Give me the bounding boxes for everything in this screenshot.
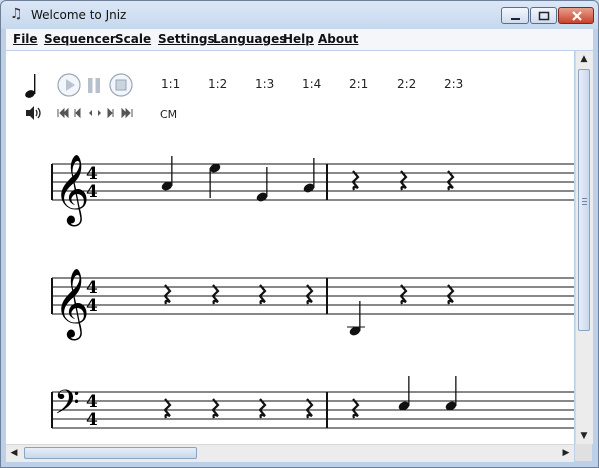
menu-bar: File Sequencer Scale Settings Languages …: [6, 29, 593, 50]
rest[interactable]: [211, 397, 220, 420]
horizontal-scroll-thumb[interactable]: [24, 447, 197, 459]
ratio-1-3[interactable]: 1:3: [255, 77, 274, 91]
menu-about[interactable]: About: [318, 32, 358, 46]
skip-prev-icon[interactable]: [74, 108, 81, 118]
key-signature-label[interactable]: CM: [160, 108, 177, 121]
maximize-button[interactable]: [530, 7, 557, 24]
note[interactable]: [302, 158, 316, 194]
treble-clef-icon: 𝄞: [54, 154, 89, 226]
horizontal-scrollbar[interactable]: ◀ ▶: [6, 444, 574, 462]
time-signature: [86, 392, 98, 430]
window-title: Welcome to Jniz: [31, 8, 127, 22]
rest[interactable]: [258, 283, 267, 306]
quarter-note-icon[interactable]: [24, 73, 40, 99]
rest[interactable]: [305, 283, 314, 306]
rest[interactable]: [163, 283, 172, 306]
rest[interactable]: [399, 283, 408, 306]
step-forward-icon[interactable]: [98, 110, 101, 116]
skip-last-icon[interactable]: [121, 108, 133, 118]
menu-scale[interactable]: Scale: [115, 32, 151, 46]
rest[interactable]: [211, 283, 220, 306]
time-signature: [86, 164, 98, 202]
transport-controls: [57, 108, 133, 118]
scroll-up-icon[interactable]: ▲: [576, 51, 592, 67]
step-back-icon[interactable]: [89, 110, 92, 116]
menu-languages[interactable]: Languages: [213, 32, 286, 46]
stop-icon[interactable]: [109, 73, 133, 97]
skip-first-icon[interactable]: [57, 108, 69, 118]
ratio-1-4[interactable]: 1:4: [302, 77, 321, 91]
minimize-button[interactable]: [501, 7, 529, 24]
time-signature: [86, 278, 98, 316]
rest[interactable]: [446, 169, 455, 192]
app-window: ♫ Welcome to Jniz File Sequencer Scale S…: [0, 0, 599, 468]
minimize-icon: [511, 18, 520, 20]
note[interactable]: [348, 301, 362, 337]
menu-settings[interactable]: Settings: [158, 32, 215, 46]
vertical-scrollbar[interactable]: ▲ ▼: [575, 51, 593, 444]
title-bar[interactable]: ♫ Welcome to Jniz: [1, 1, 598, 29]
ratio-2-3[interactable]: 2:3: [444, 77, 463, 91]
treble-clef-icon: 𝄞: [54, 268, 89, 340]
rest[interactable]: [163, 397, 172, 420]
rest[interactable]: [446, 283, 455, 306]
staff-1[interactable]: 𝄞: [51, 154, 574, 226]
scroll-left-icon[interactable]: ◀: [6, 445, 22, 461]
music-note-icon: ♫: [10, 6, 23, 22]
menu-sequencer[interactable]: Sequencer: [44, 32, 116, 46]
scroll-corner: [575, 444, 592, 461]
note[interactable]: [444, 376, 458, 412]
close-icon: [572, 11, 582, 21]
menu-file[interactable]: File: [13, 32, 38, 46]
skip-next-icon[interactable]: [107, 108, 114, 118]
note[interactable]: [255, 167, 269, 203]
close-button[interactable]: [558, 7, 594, 24]
menu-help[interactable]: Help: [283, 32, 314, 46]
vertical-scroll-thumb[interactable]: [578, 69, 590, 331]
note[interactable]: [397, 376, 411, 412]
note[interactable]: [208, 162, 222, 198]
staff-2[interactable]: 𝄞: [51, 268, 574, 340]
note[interactable]: [160, 156, 174, 192]
ratio-1-1[interactable]: 1:1: [161, 77, 180, 91]
maximize-icon: [538, 11, 550, 21]
score-staves: 44 𝄞 𝄞: [51, 154, 574, 430]
rest[interactable]: [351, 397, 360, 420]
scroll-down-icon[interactable]: ▼: [576, 428, 592, 444]
rest[interactable]: [258, 397, 267, 420]
staff-3[interactable]: 𝄢: [51, 376, 574, 430]
scroll-right-icon[interactable]: ▶: [558, 445, 574, 461]
score-panel: 1:1 1:2 1:3 1:4 2:1 2:2 2:3 CM 44 𝄞: [6, 51, 574, 444]
play-icon[interactable]: [57, 73, 81, 97]
ratio-2-1[interactable]: 2:1: [349, 77, 368, 91]
rest[interactable]: [351, 169, 360, 192]
rest[interactable]: [399, 169, 408, 192]
volume-icon[interactable]: [24, 105, 44, 121]
ratio-2-2[interactable]: 2:2: [397, 77, 416, 91]
pause-icon[interactable]: [86, 76, 102, 95]
ratio-1-2[interactable]: 1:2: [208, 77, 227, 91]
bass-clef-icon: 𝄢: [54, 384, 80, 430]
rest[interactable]: [305, 397, 314, 420]
